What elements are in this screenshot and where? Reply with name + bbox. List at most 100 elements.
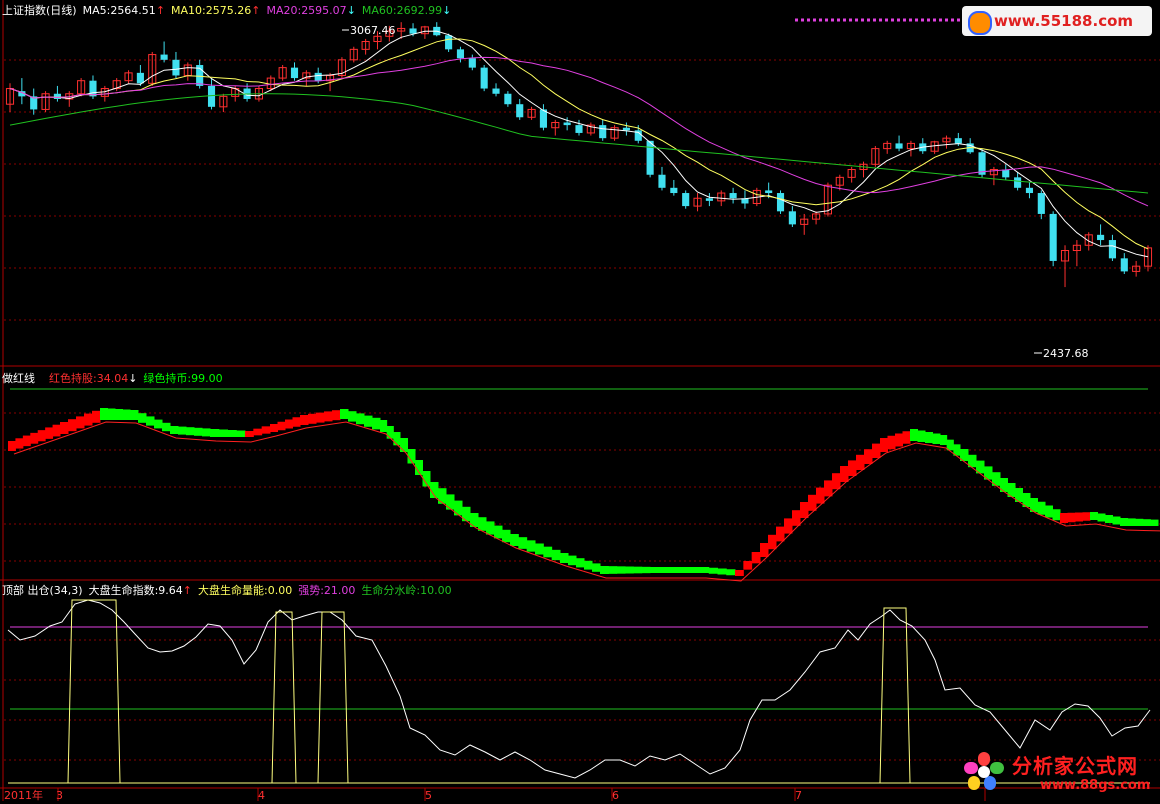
xaxis-label-7: 7 xyxy=(795,789,802,802)
candle-body-down xyxy=(504,93,512,105)
hold-band-block xyxy=(454,500,463,516)
hold-band-block xyxy=(1067,512,1076,523)
candle-body-down xyxy=(480,67,488,89)
hold-band-block xyxy=(887,435,896,450)
candle-body-down xyxy=(445,35,453,50)
hold-band-block xyxy=(895,433,903,447)
panel3-header: 顶部 出仓(34,3) 大盘生命指数:9.64↑ 大盘生命量能:0.00 强势:21.… xyxy=(2,584,458,597)
hold-band-block xyxy=(15,438,24,449)
candle-body-down xyxy=(290,67,299,79)
watermark-bottom-url: www.88gs.com xyxy=(1040,778,1151,793)
hold-band-block xyxy=(650,567,659,573)
candle-body-down xyxy=(776,193,785,212)
ma60-label: MA60:2692.99 xyxy=(361,4,443,17)
hold-band-block xyxy=(100,408,108,420)
hold-band-block xyxy=(625,566,634,574)
hold-band-block xyxy=(691,567,701,573)
candle-body-down xyxy=(705,198,713,201)
hold-band-block xyxy=(245,431,254,437)
hold-band-block xyxy=(848,460,857,476)
hold-band-block xyxy=(856,454,865,470)
candle-body-down xyxy=(160,54,168,60)
hold-band-block xyxy=(932,433,941,444)
candle-body-down xyxy=(468,58,476,68)
candle-body-down xyxy=(53,93,61,99)
candle-body-down xyxy=(954,138,962,144)
candle-body-down xyxy=(1025,187,1034,194)
hold-band-block xyxy=(880,438,888,452)
hold-band-block xyxy=(592,563,601,572)
ma5-label: MA5:2564.51 xyxy=(82,4,156,17)
watermark-top-url: www.55188.com xyxy=(994,12,1134,30)
hold-band-block xyxy=(584,560,593,570)
hold-band-block xyxy=(543,546,553,558)
hold-band-block xyxy=(568,555,577,566)
hold-band-block xyxy=(600,566,609,574)
hold-band-block xyxy=(675,567,684,573)
candle-body-down xyxy=(409,28,417,34)
hold-band-block xyxy=(210,429,220,437)
candle-body-down xyxy=(1037,193,1045,214)
hold-band-block xyxy=(170,426,179,434)
panel1-header: 上证指数(日线) MA5:2564.51↑ MA10:2575.26↑ MA20:25… xyxy=(2,4,457,17)
hold-band-block xyxy=(816,487,825,504)
hold-band-block xyxy=(776,526,785,542)
hold-band-block xyxy=(518,537,528,549)
hold-band-block xyxy=(917,430,926,442)
hold-band-block xyxy=(658,567,668,573)
hold-band-block xyxy=(768,534,777,550)
candle-body-down xyxy=(136,72,144,84)
hold-band-block xyxy=(1090,512,1098,520)
hold-band-block xyxy=(683,567,693,573)
hold-band-block xyxy=(641,566,651,574)
hold-band-block xyxy=(560,553,569,563)
hold-band-block xyxy=(324,411,333,422)
hold-band-block xyxy=(227,430,237,437)
candle-body-down xyxy=(314,72,322,81)
hold-band-block xyxy=(1150,519,1159,526)
hold-band-block xyxy=(751,552,761,564)
hold-band-block xyxy=(300,415,309,425)
hold-band-block xyxy=(285,419,293,429)
candle-body-down xyxy=(575,125,583,133)
life-index-label: 大盘生命指数:9.64 xyxy=(88,584,183,597)
panel2-header: 做红线 红色持股:34.04↓ 绿色持币:99.00 xyxy=(2,372,229,385)
candle-body-down xyxy=(89,80,97,97)
hold-band-block xyxy=(292,417,301,427)
hold-band-block xyxy=(1112,516,1121,525)
hold-band-block xyxy=(666,567,676,573)
watermark-bottom: 分析家公式网 www.88gs.com xyxy=(960,746,1158,798)
hold-band-block xyxy=(154,419,163,429)
exit-signal-spike-1 xyxy=(271,611,297,784)
hold-band-block xyxy=(348,411,357,422)
hold-band-block xyxy=(356,413,365,425)
hold-band-block xyxy=(784,518,793,534)
hold-band-block xyxy=(1097,513,1106,522)
hold-band-block xyxy=(1052,509,1061,521)
hold-band-block xyxy=(494,525,503,539)
hold-band-block xyxy=(130,410,139,420)
hold-band-block xyxy=(792,510,801,526)
xaxis-label-6: 6 xyxy=(612,789,619,802)
candle-body-down xyxy=(729,193,737,199)
hold-band-block xyxy=(178,426,187,435)
hold-band-block xyxy=(261,426,271,434)
hold-band-block xyxy=(726,569,736,576)
strong-label: 强势:21.00 xyxy=(298,584,356,597)
low-price-label: 2437.68 xyxy=(1043,347,1089,360)
panel3-title: 顶部 出仓(34,3) xyxy=(2,584,83,597)
candle-body-down xyxy=(492,88,500,94)
hold-band-block xyxy=(30,432,39,444)
hold-band-block xyxy=(478,517,487,531)
ma10-arrow-icon: ↑ xyxy=(251,4,261,17)
xaxis-label-3: 3 xyxy=(56,789,63,802)
hold-band-block xyxy=(1082,512,1091,521)
candle-body-down xyxy=(599,125,607,139)
hold-band-block xyxy=(92,410,101,423)
hold-band-block xyxy=(386,426,394,439)
hold-band-block xyxy=(253,428,263,436)
ma10-line xyxy=(9,38,1149,250)
hold-band-block xyxy=(576,558,585,568)
hold-band-block xyxy=(52,424,61,437)
hold-band-block xyxy=(1127,518,1136,526)
